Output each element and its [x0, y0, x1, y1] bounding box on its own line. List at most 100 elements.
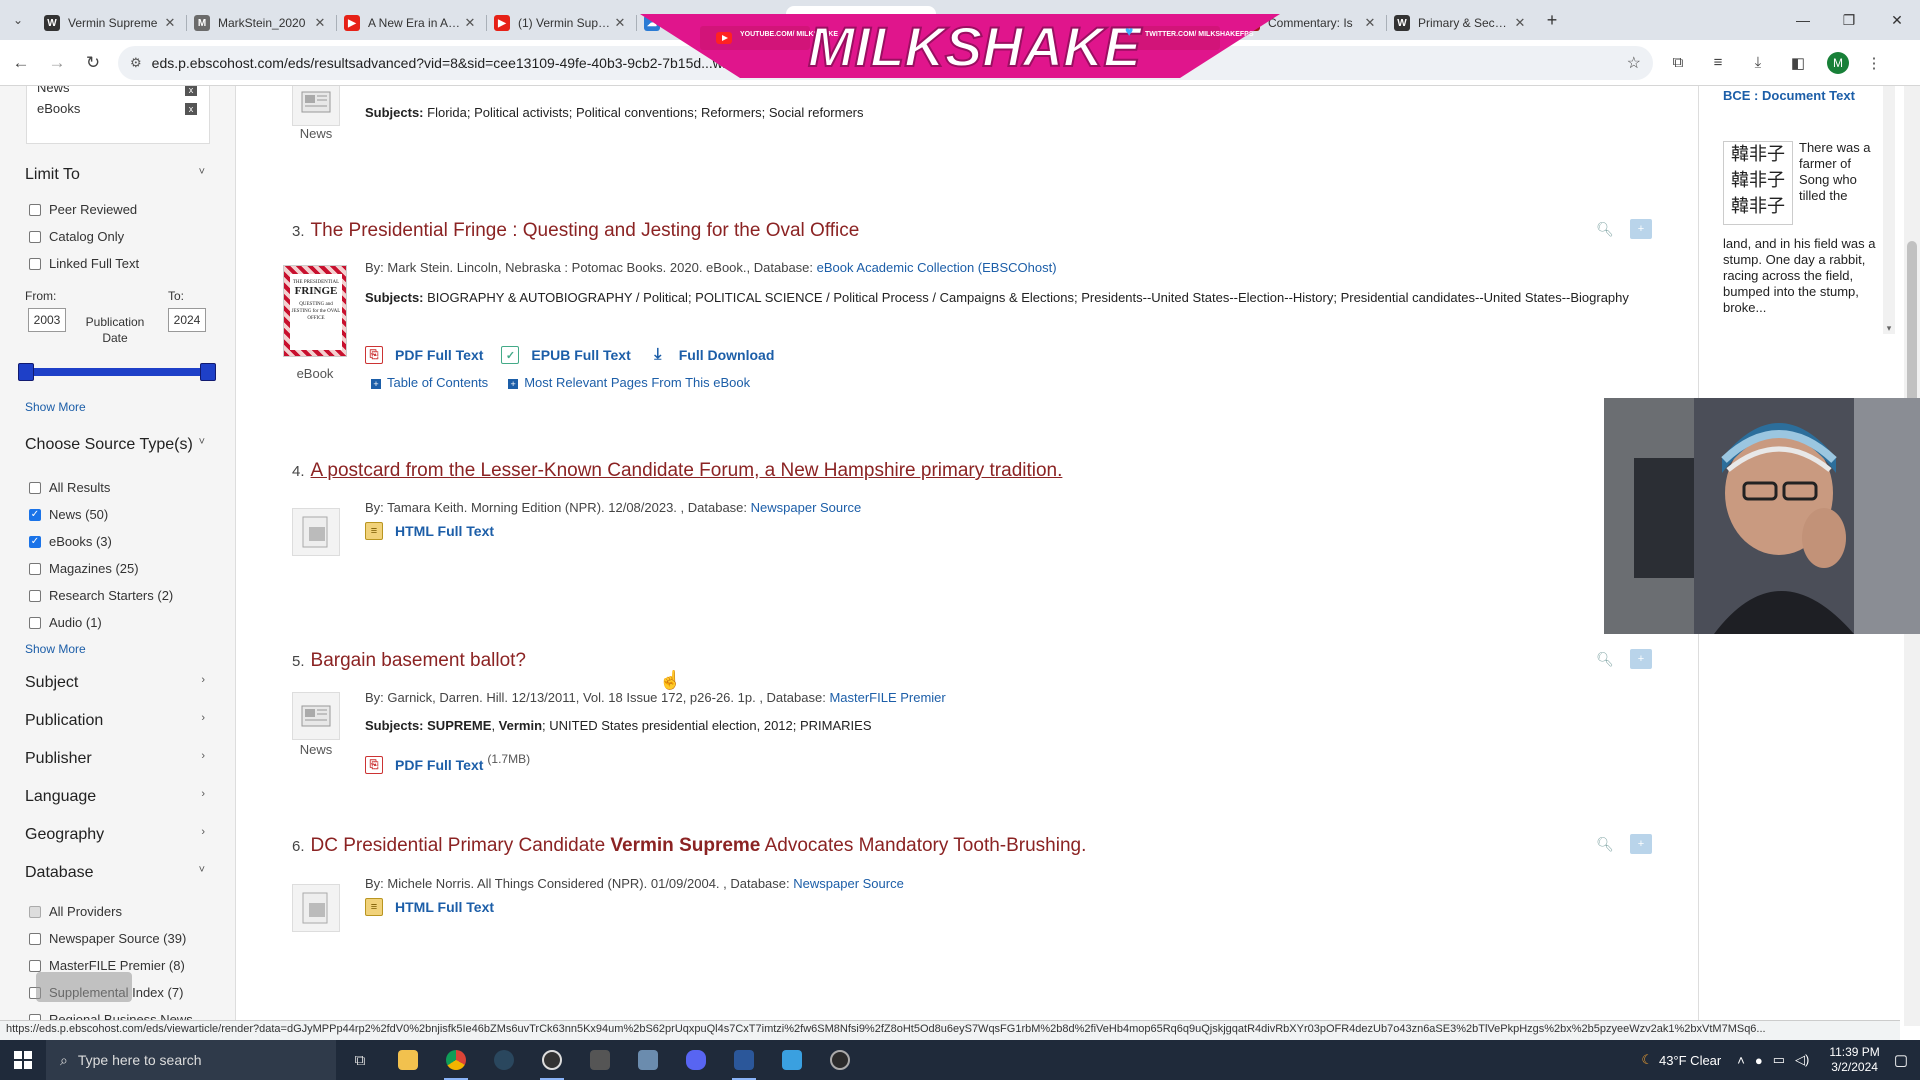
database-link[interactable]: Newspaper Source [793, 876, 904, 891]
tab-search-button[interactable]: ⌄ [0, 0, 36, 40]
browser-tab[interactable]: Ghow to cite an ✕ [1086, 6, 1236, 40]
result-title-6[interactable]: 6. DC Presidential Primary Candidate Verm… [292, 835, 1086, 857]
menu-icon[interactable]: ⋮ [1859, 48, 1889, 78]
site-info-icon[interactable]: ⚙ [130, 55, 142, 71]
browser-tab[interactable]: M MarkStein_2020 ✕ [186, 6, 336, 40]
chevron-up-icon[interactable]: ˄ [1737, 1053, 1745, 1068]
linked-full-text-checkbox[interactable]: Linked Full Text [29, 256, 139, 271]
database-checkbox[interactable]: Newspaper Source (39) [29, 931, 186, 946]
app-icon[interactable] [576, 1040, 624, 1080]
side-panel-icon[interactable]: ◧ [1783, 48, 1813, 78]
browser-tab[interactable]: W Primary & Secondary✕ [1386, 6, 1536, 40]
preview-icon[interactable]: 🔍︎ [1594, 219, 1616, 239]
close-tab-icon[interactable]: ✕ [1062, 15, 1078, 31]
add-to-folder-icon[interactable]: + [1630, 649, 1652, 669]
remove-ebooks-icon[interactable]: x [185, 103, 197, 115]
date-slider-track[interactable] [22, 368, 212, 376]
result-title-4[interactable]: 4. A postcard from the Lesser-Known Candi… [292, 460, 1062, 482]
game-icon[interactable] [624, 1040, 672, 1080]
result-title-3[interactable]: 3. The Presidential Fringe : Questing and… [292, 220, 859, 242]
weather-text[interactable]: 43°F Clear [1659, 1053, 1721, 1068]
source-type-checkbox[interactable]: Magazines (25) [29, 561, 139, 576]
taskbar-search[interactable]: ⌕ Type here to search [46, 1040, 336, 1080]
facet-heading[interactable]: Subject [25, 674, 78, 692]
browser-tab[interactable]: ☁ Home - Home ✕ [636, 6, 786, 40]
html-full-text-link[interactable]: ≡ HTML Full Text [365, 898, 494, 916]
browser-tab[interactable]: ▶ A New Era in America✕ [336, 6, 486, 40]
add-to-folder-icon[interactable]: + [1630, 834, 1652, 854]
close-tab-icon[interactable]: ✕ [162, 15, 178, 31]
media-control-icon[interactable]: ≡ [1703, 48, 1733, 78]
peer-reviewed-checkbox[interactable]: Peer Reviewed [29, 202, 137, 217]
html-full-text-link[interactable]: ≡ HTML Full Text [365, 522, 494, 540]
bookmark-star-icon[interactable]: ☆ [1627, 53, 1641, 73]
date-slider-end-handle[interactable] [200, 363, 216, 381]
catalog-only-checkbox[interactable]: Catalog Only [29, 229, 124, 244]
forward-button[interactable]: → [42, 48, 72, 78]
chrome-icon[interactable] [432, 1040, 480, 1080]
database-checkbox[interactable]: MasterFILE Premier (8) [29, 958, 185, 973]
show-more-limits-link[interactable]: Show More [25, 400, 86, 414]
new-tab-button[interactable]: + [1536, 10, 1568, 31]
chevron-down-icon[interactable]: ˅ [199, 436, 205, 448]
facet-heading[interactable]: Language [25, 788, 96, 806]
windows-start-icon[interactable] [0, 1040, 46, 1080]
to-year-input[interactable]: 2024 [168, 308, 206, 332]
microphone-icon[interactable]: ● [1755, 1053, 1763, 1068]
reload-button[interactable]: ↻ [78, 48, 108, 78]
source-type-checkbox[interactable]: Audio (1) [29, 615, 102, 630]
date-slider-start-handle[interactable] [18, 363, 34, 381]
database-link[interactable]: MasterFILE Premier [829, 690, 945, 705]
word-icon[interactable] [720, 1040, 768, 1080]
discord-icon[interactable] [672, 1040, 720, 1080]
limit-to-heading[interactable]: Limit To [25, 166, 80, 184]
result-title-5[interactable]: 5. Bargain basement ballot? [292, 650, 526, 672]
close-tab-icon[interactable]: ✕ [312, 15, 328, 31]
chevron-down-icon[interactable]: ˅ [199, 864, 205, 876]
database-link[interactable]: eBook Academic Collection (EBSCOhost) [817, 260, 1057, 275]
browser-tab[interactable]: W Vermin Supreme ✕ [36, 6, 186, 40]
back-button[interactable]: ← [6, 48, 36, 78]
facet-heading[interactable]: Geography [25, 826, 104, 844]
from-year-input[interactable]: 2003 [28, 308, 66, 332]
profile-avatar[interactable]: M [1827, 51, 1849, 74]
facet-heading[interactable]: Publisher [25, 750, 92, 768]
source-type-checkbox[interactable]: All Results [29, 480, 110, 495]
pdf-full-text-link[interactable]: ⎘ PDF Full Text [365, 346, 483, 364]
file-explorer-icon[interactable] [384, 1040, 432, 1080]
full-download-link[interactable]: ⤓ Full Download [649, 346, 774, 364]
close-tab-icon[interactable]: ✕ [1512, 15, 1528, 31]
close-tab-icon[interactable]: ✕ [912, 15, 928, 31]
chevron-right-icon[interactable]: › [201, 788, 205, 800]
task-view-icon[interactable]: ⧉ [336, 1040, 384, 1080]
database-heading[interactable]: Database [25, 864, 94, 882]
browser-tab[interactable]: ω Commentary: Is ✕ [1236, 6, 1386, 40]
obs-icon[interactable] [528, 1040, 576, 1080]
browser-tab[interactable]: ▶ Vermin Supreme ✕ [936, 6, 1086, 40]
close-tab-icon[interactable]: ✕ [612, 15, 628, 31]
right-column-scrollbar[interactable] [1883, 86, 1895, 334]
minimize-button[interactable]: — [1780, 0, 1826, 40]
table-of-contents-link[interactable]: + Table of Contents [371, 375, 488, 390]
facet-heading[interactable]: Publication [25, 712, 103, 730]
chevron-down-icon[interactable]: ˅ [199, 166, 205, 178]
download-icon[interactable]: ⤓ [1743, 48, 1773, 78]
notifications-icon[interactable]: ▢ [1894, 1051, 1908, 1069]
browser-tab[interactable]: E Results ✕ [786, 6, 936, 40]
pdf-full-text-link[interactable]: ⎘ PDF Full Text (1.7MB) [365, 752, 530, 774]
extensions-icon[interactable]: ⧉ [1663, 48, 1693, 78]
database-checkbox[interactable]: All Providers [29, 904, 122, 919]
add-to-folder-icon[interactable]: + [1630, 219, 1652, 239]
chevron-right-icon[interactable]: › [201, 712, 205, 724]
chevron-right-icon[interactable]: › [201, 750, 205, 762]
preview-icon[interactable]: 🔍︎ [1594, 649, 1616, 669]
volume-icon[interactable]: ◁) [1795, 1052, 1809, 1068]
media-player-icon[interactable] [816, 1040, 864, 1080]
relevant-pages-link[interactable]: + Most Relevant Pages From This eBook [508, 375, 750, 390]
database-link[interactable]: Newspaper Source [751, 500, 862, 515]
source-types-heading[interactable]: Choose Source Type(s) [25, 436, 193, 454]
epub-full-text-link[interactable]: ✓ EPUB Full Text [501, 346, 631, 364]
chevron-right-icon[interactable]: › [201, 826, 205, 838]
browser-tab[interactable]: ▶ (1) Vermin Supreme✕ [486, 6, 636, 40]
steam-icon[interactable] [480, 1040, 528, 1080]
